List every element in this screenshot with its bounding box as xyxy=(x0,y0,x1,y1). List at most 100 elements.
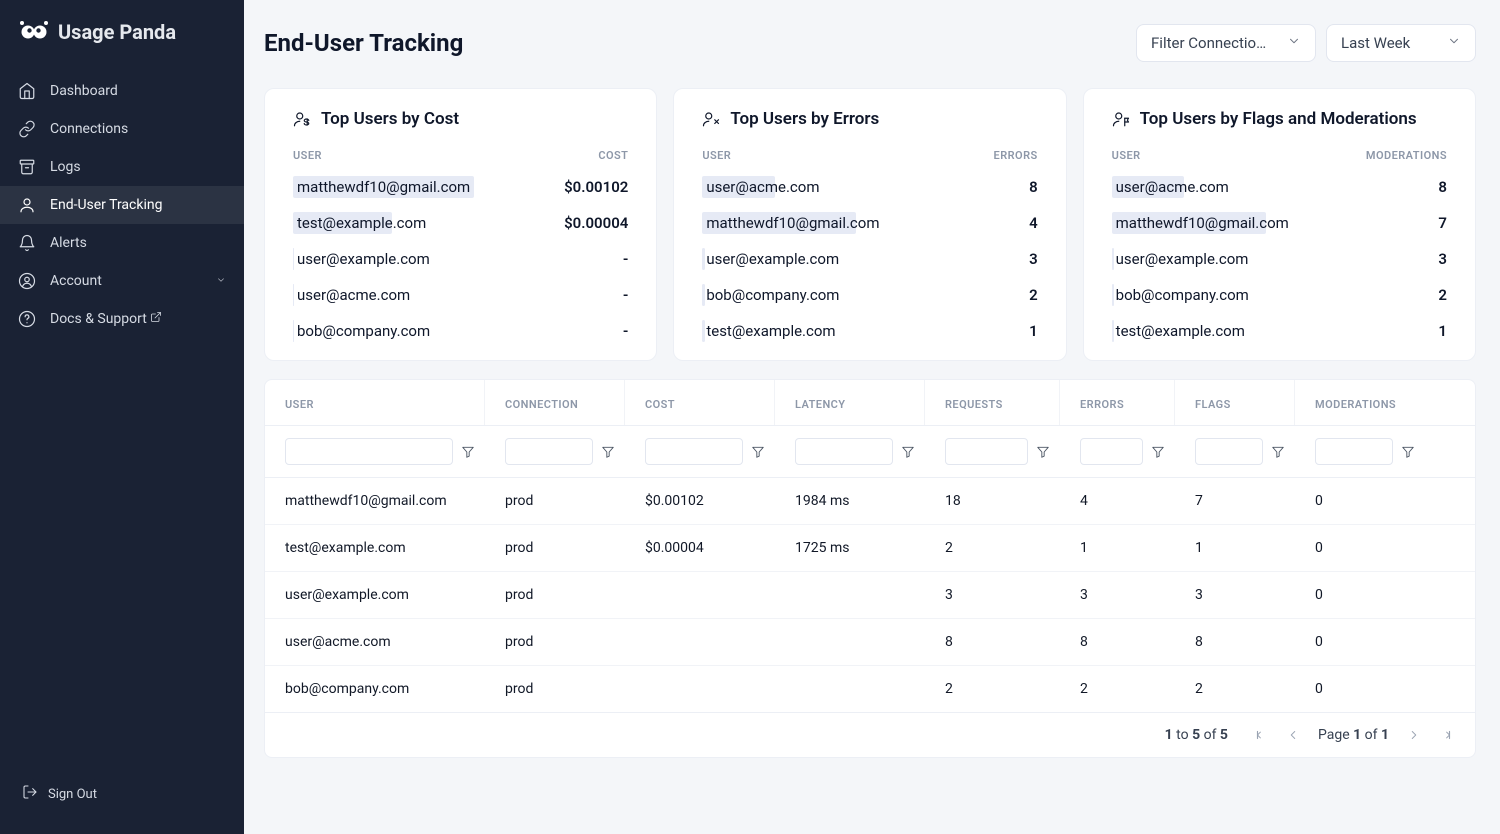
card-title: Top Users by Flags and Moderations xyxy=(1112,109,1447,129)
table-header-cell[interactable]: USER xyxy=(265,380,485,425)
user-x-icon xyxy=(702,110,720,128)
card-row-value: 4 xyxy=(1029,214,1038,232)
card-title: Top Users by Errors xyxy=(702,109,1037,129)
page-last-button[interactable] xyxy=(1439,728,1453,742)
column-filter-input[interactable] xyxy=(645,438,743,465)
card-row-name: user@acme.com xyxy=(702,176,823,198)
table-cell-moderations: 0 xyxy=(1295,478,1425,524)
column-filter-input[interactable] xyxy=(945,438,1028,465)
summary-card: Top Users by ErrorsUSERERRORSuser@acme.c… xyxy=(673,88,1066,361)
page-prev-button[interactable] xyxy=(1286,728,1300,742)
funnel-icon[interactable] xyxy=(1151,445,1165,459)
table-header-cell[interactable]: ERRORS xyxy=(1060,380,1175,425)
table-cell-connection: prod xyxy=(485,525,625,571)
page-next-button[interactable] xyxy=(1407,728,1421,742)
table-cell-requests: 3 xyxy=(925,572,1060,618)
sidebar-item-alerts[interactable]: Alerts xyxy=(0,224,244,262)
sidebar-item-connections[interactable]: Connections xyxy=(0,110,244,148)
funnel-icon[interactable] xyxy=(461,445,475,459)
table-filter-row xyxy=(265,426,1475,478)
sidebar-item-account[interactable]: Account xyxy=(0,262,244,300)
card-row: user@acme.com8 xyxy=(1112,176,1447,198)
help-icon xyxy=(18,310,36,328)
table-header-cell[interactable]: MODERATIONS xyxy=(1295,380,1425,425)
card-row-name: test@example.com xyxy=(702,320,839,342)
main-content: End-User Tracking Filter Connection... L… xyxy=(244,0,1500,834)
funnel-icon[interactable] xyxy=(751,445,765,459)
filter-connection-select[interactable]: Filter Connection... xyxy=(1136,24,1316,62)
table-cell-latency: 1984 ms xyxy=(775,478,925,524)
card-row-name: user@acme.com xyxy=(293,284,414,306)
link-icon xyxy=(18,120,36,138)
filter-connection-label: Filter Connection... xyxy=(1151,34,1273,52)
sidebar-item-end-user-tracking[interactable]: End-User Tracking xyxy=(0,186,244,224)
sidebar-item-label: Account xyxy=(50,273,202,289)
pagination-summary: 1 to 5 of 5 xyxy=(1165,727,1228,743)
table-header-cell[interactable]: FLAGS xyxy=(1175,380,1295,425)
table-filter-cell xyxy=(265,438,485,465)
card-row-name: test@example.com xyxy=(1112,320,1249,342)
card-row: test@example.com 1 xyxy=(702,320,1037,342)
table-header-cell[interactable]: REQUESTS xyxy=(925,380,1060,425)
card-row-name: bob@company.com xyxy=(1112,284,1253,306)
card-row: user@example.com3 xyxy=(1112,248,1447,270)
card-row-value: 1 xyxy=(1438,322,1447,340)
card-row: bob@company.com2 xyxy=(1112,284,1447,306)
page-title: End-User Tracking xyxy=(264,29,463,57)
summary-card: Top Users by CostUSERCOSTmatthewdf10@gma… xyxy=(264,88,657,361)
sign-out-label: Sign Out xyxy=(48,787,97,802)
column-filter-input[interactable] xyxy=(285,438,453,465)
funnel-icon[interactable] xyxy=(1036,445,1050,459)
filter-range-label: Last Week xyxy=(1341,34,1410,52)
funnel-icon[interactable] xyxy=(601,445,615,459)
sidebar-item-dashboard[interactable]: Dashboard xyxy=(0,72,244,110)
filter-range-select[interactable]: Last Week xyxy=(1326,24,1476,62)
table-cell-errors: 8 xyxy=(1060,619,1175,665)
chevron-down-icon xyxy=(216,275,226,288)
card-row-value: $0.00004 xyxy=(564,214,628,232)
column-filter-input[interactable] xyxy=(1195,438,1263,465)
table-cell-connection: prod xyxy=(485,572,625,618)
column-filter-input[interactable] xyxy=(1315,438,1393,465)
table-filter-cell xyxy=(775,438,925,465)
funnel-icon[interactable] xyxy=(1271,445,1285,459)
table-header-cell[interactable]: CONNECTION xyxy=(485,380,625,425)
sidebar-item-logs[interactable]: Logs xyxy=(0,148,244,186)
card-row-name: user@example.com xyxy=(1112,248,1253,270)
brand-name: Usage Panda xyxy=(58,20,176,44)
table-header-cell[interactable]: LATENCY xyxy=(775,380,925,425)
table-cell-flags: 7 xyxy=(1175,478,1295,524)
table-row: user@example.comprod3330 xyxy=(265,572,1475,619)
card-row: matthewdf10@gmail.com7 xyxy=(1112,212,1447,234)
card-row-name: bob@company.com xyxy=(293,320,434,342)
card-row-value: 7 xyxy=(1438,214,1447,232)
page-to: 5 xyxy=(1192,727,1200,743)
sign-out-link[interactable]: Sign Out xyxy=(0,774,244,814)
table-cell-moderations: 0 xyxy=(1295,525,1425,571)
page-first-button[interactable] xyxy=(1254,728,1268,742)
card-row: user@acme.com- xyxy=(293,284,628,306)
sidebar-item-label: Docs & Support xyxy=(50,311,226,327)
table-header-cell[interactable]: COST xyxy=(625,380,775,425)
funnel-icon[interactable] xyxy=(1401,445,1415,459)
column-filter-input[interactable] xyxy=(505,438,593,465)
card-row-value: - xyxy=(623,322,629,340)
column-filter-input[interactable] xyxy=(1080,438,1143,465)
sidebar-item-docs-support[interactable]: Docs & Support xyxy=(0,300,244,338)
filter-bar: Filter Connection... Last Week xyxy=(1136,24,1476,62)
funnel-icon[interactable] xyxy=(901,445,915,459)
table-cell-connection: prod xyxy=(485,666,625,712)
pager: Page 1 of 1 xyxy=(1254,727,1453,743)
user-circle-icon xyxy=(18,272,36,290)
card-col-user: USER xyxy=(702,149,731,162)
card-row-value: - xyxy=(623,250,629,268)
table-row: user@acme.comprod8880 xyxy=(265,619,1475,666)
sidebar-item-label: Alerts xyxy=(50,235,226,251)
card-row: bob@company.com2 xyxy=(702,284,1037,306)
column-filter-input[interactable] xyxy=(795,438,893,465)
table-row: test@example.comprod$0.000041725 ms2110 xyxy=(265,525,1475,572)
card-row: user@acme.com8 xyxy=(702,176,1037,198)
card-row-value: 1 xyxy=(1029,322,1038,340)
table-cell-user: user@example.com xyxy=(265,572,485,618)
users-table: USERCONNECTIONCOSTLATENCYREQUESTSERRORSF… xyxy=(264,379,1476,758)
